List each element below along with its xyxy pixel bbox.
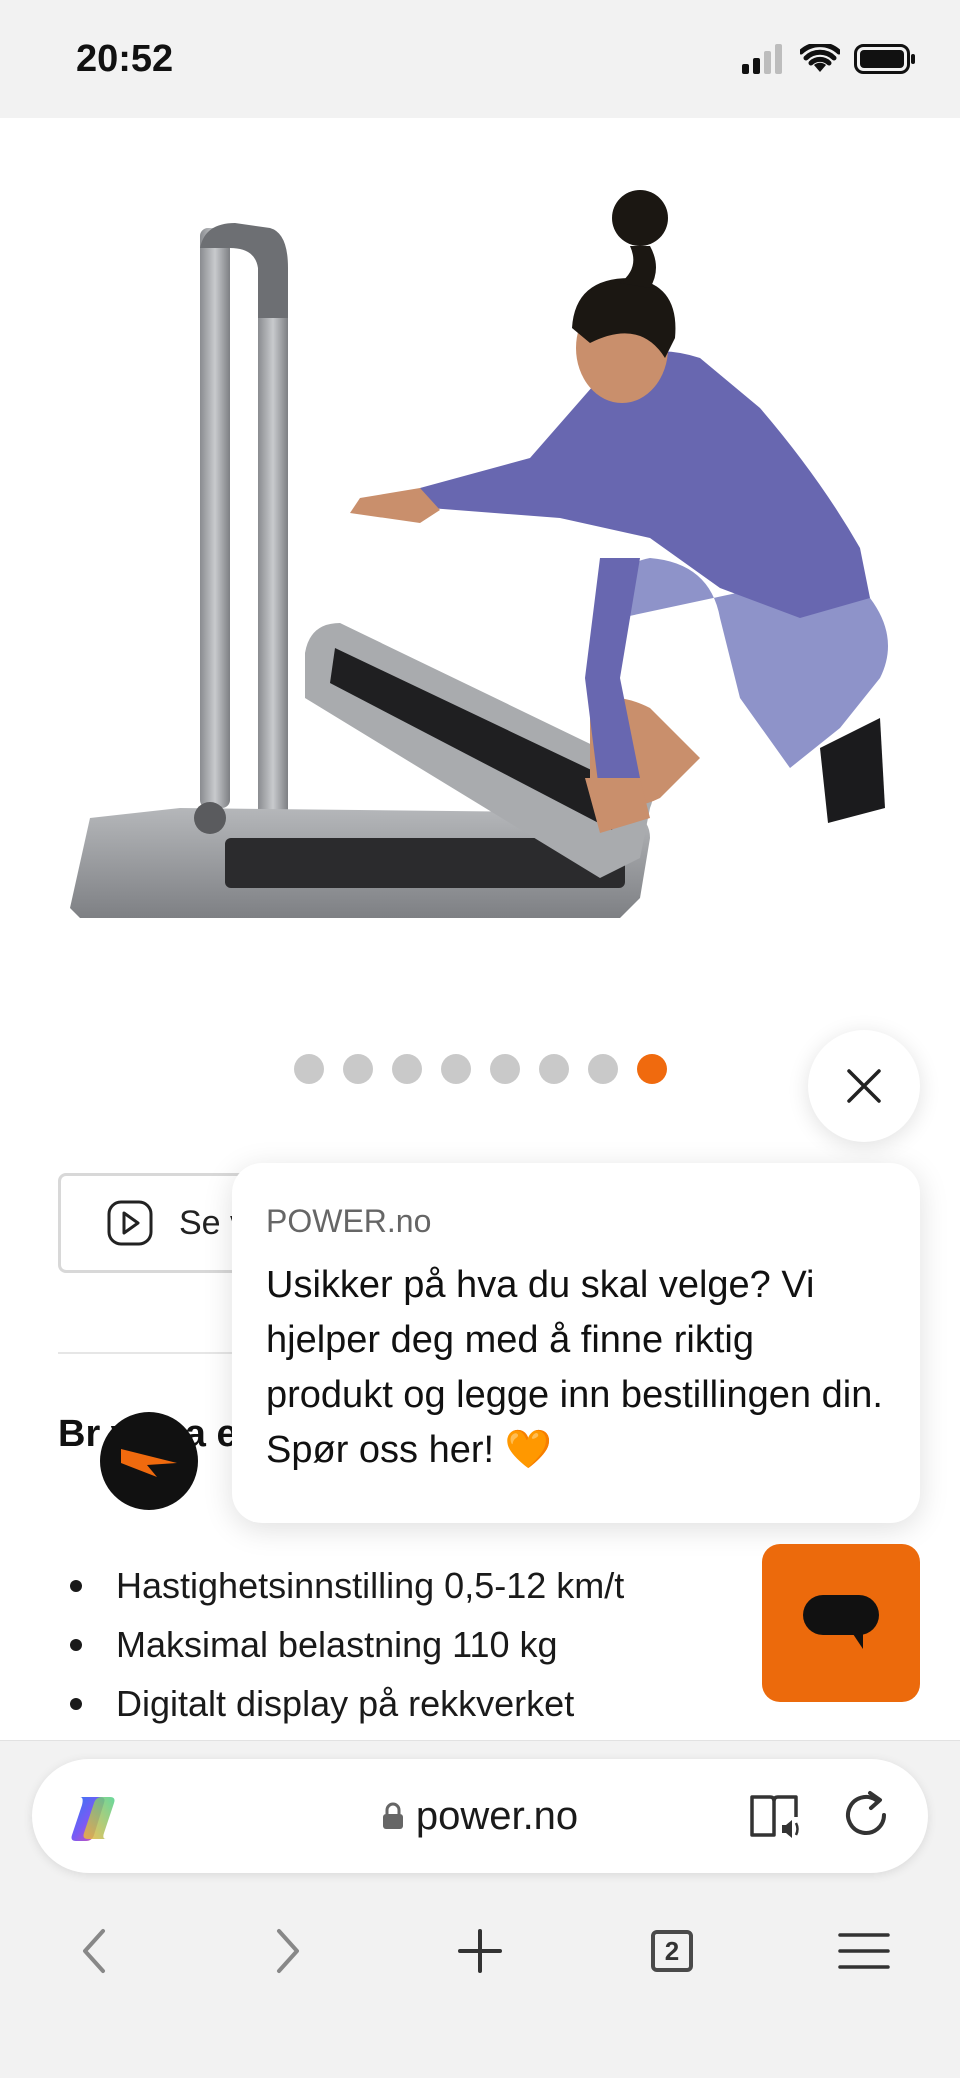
feature-item: Maksimal belastning 110 kg: [58, 1615, 624, 1674]
back-button[interactable]: [44, 1901, 144, 2001]
status-bar: 20:52: [0, 0, 960, 118]
play-icon: [107, 1200, 153, 1246]
carousel-dot[interactable]: [342, 1054, 373, 1084]
power-logo-badge[interactable]: [100, 1412, 198, 1510]
chat-source: POWER.no: [266, 1203, 432, 1239]
lock-icon: [382, 1802, 403, 1829]
treadmill-product-photo: [70, 190, 888, 918]
chat-message: Usikker på hva du skal velge? Vi hjelper…: [266, 1264, 883, 1471]
reader-mode-icon[interactable]: [748, 1791, 804, 1841]
forward-button[interactable]: [238, 1901, 338, 2001]
new-tab-button[interactable]: [430, 1901, 530, 2001]
carousel-dot[interactable]: [587, 1054, 618, 1084]
product-image[interactable]: [0, 118, 960, 998]
hamburger-menu-icon: [838, 1933, 890, 1969]
reload-icon[interactable]: [840, 1789, 892, 1841]
carousel-dot[interactable]: [293, 1054, 324, 1084]
wifi-icon: [800, 44, 840, 72]
status-icons: [742, 44, 916, 74]
feature-item: Digitalt display på rekkverket: [58, 1674, 624, 1733]
close-chat-popup-button[interactable]: [808, 1030, 920, 1142]
plus-icon: [458, 1929, 502, 1973]
carousel-dot[interactable]: [440, 1054, 471, 1084]
address-bar[interactable]: power.no: [32, 1759, 928, 1873]
carousel-dot[interactable]: [538, 1054, 569, 1084]
battery-icon: [854, 44, 915, 74]
browser-chrome: power.no 2: [0, 1740, 960, 2078]
tabs-button[interactable]: 2: [622, 1901, 722, 2001]
chat-bubble-icon: [803, 1595, 879, 1649]
tab-count: 2: [651, 1930, 693, 1972]
chevron-right-icon: [277, 1929, 299, 1973]
chevron-left-icon: [83, 1929, 105, 1973]
carousel-dot[interactable]: [489, 1054, 520, 1084]
chat-popup[interactable]: POWER.no Usikker på hva du skal velge? V…: [232, 1163, 920, 1523]
browser-toolbar: 2: [0, 1901, 960, 2001]
url-text: power.no: [415, 1793, 579, 1838]
status-time: 20:52: [76, 38, 174, 80]
feature-item: Hastighetsinnstilling 0,5-12 km/t: [58, 1556, 624, 1615]
carousel-dot[interactable]: [391, 1054, 422, 1084]
close-icon: [847, 1069, 881, 1103]
open-chat-button[interactable]: [762, 1544, 920, 1702]
carousel-dot-active[interactable]: [636, 1054, 667, 1084]
feature-list: Hastighetsinnstilling 0,5-12 km/t Maksim…: [58, 1556, 624, 1733]
menu-button[interactable]: [814, 1901, 914, 2001]
power-logo-icon: [121, 1449, 177, 1477]
cellular-signal-icon: [742, 44, 782, 74]
